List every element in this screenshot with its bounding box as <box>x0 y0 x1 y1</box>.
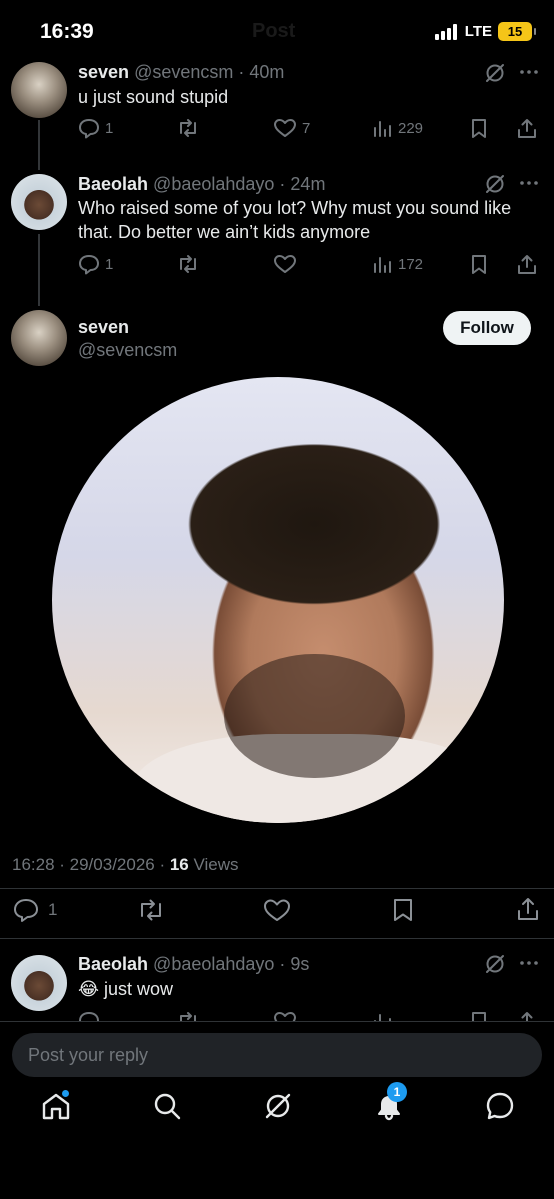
avatar[interactable] <box>11 955 67 1011</box>
tweet-time: 9s <box>290 954 310 974</box>
like-button[interactable] <box>273 253 302 275</box>
post-meta: 16:28 · 29/03/2026 · 16 Views <box>12 855 239 875</box>
divider <box>0 888 554 889</box>
divider <box>0 1021 554 1022</box>
like-count: 7 <box>302 119 311 137</box>
nav-search[interactable] <box>151 1090 183 1122</box>
post-timestamp: 16:28 · 29/03/2026 · <box>12 855 170 874</box>
bookmark-icon[interactable] <box>390 897 416 923</box>
repost-icon[interactable] <box>136 897 166 923</box>
grok-icon <box>265 1093 291 1119</box>
tweet-header: seven @sevencsm · 40m <box>78 62 285 82</box>
nav-grok[interactable] <box>262 1090 294 1122</box>
author-handle[interactable]: @baeolahdayo <box>153 174 274 194</box>
avatar[interactable] <box>11 174 67 230</box>
views-icon[interactable] <box>371 1010 393 1021</box>
avatar[interactable] <box>11 310 67 366</box>
repost-icon <box>180 255 196 273</box>
notification-dot <box>62 1090 69 1097</box>
more-icon[interactable] <box>518 955 540 971</box>
tweet-text: 😂 just wow <box>78 979 174 999</box>
reply-count: 1 <box>105 119 114 137</box>
reply-button[interactable]: 1 <box>78 253 113 275</box>
bookmark-icon[interactable] <box>468 117 490 139</box>
chat-icon <box>486 1092 514 1120</box>
repost-button[interactable] <box>176 117 200 139</box>
views-button[interactable]: 229 <box>371 117 423 139</box>
tweet-text: Who raised some of you lot? Why must you… <box>78 198 512 242</box>
author-handle[interactable]: @baeolahdayo <box>153 954 274 974</box>
follow-button[interactable]: Follow <box>443 311 531 345</box>
like-button[interactable]: 7 <box>273 117 310 139</box>
reply-count: 1 <box>48 900 58 919</box>
repost-button[interactable] <box>176 253 200 275</box>
post-views-label: Views <box>188 855 239 874</box>
author-name[interactable]: seven <box>78 317 129 338</box>
tweet-header: Baeolah @baeolahdayo · 9s <box>78 954 310 974</box>
more-icon[interactable] <box>518 175 540 191</box>
views-icon <box>374 257 391 273</box>
network-label: LTE <box>464 23 492 40</box>
more-icon[interactable] <box>518 64 540 80</box>
image-beard <box>223 653 405 779</box>
reply-count: 1 <box>105 255 114 273</box>
tweet-text: u just sound stupid <box>78 87 229 107</box>
views-button[interactable]: 172 <box>371 253 423 275</box>
notifications-badge: 1 <box>387 1082 407 1102</box>
repost-icon <box>180 119 196 137</box>
repost-icon[interactable] <box>176 1010 200 1021</box>
share-icon[interactable] <box>515 896 541 922</box>
divider <box>0 938 554 939</box>
post-image[interactable] <box>52 377 504 823</box>
avatar[interactable] <box>11 62 67 118</box>
reply-icon[interactable] <box>78 1010 100 1021</box>
share-icon[interactable] <box>516 117 538 139</box>
reply-icon <box>79 255 99 275</box>
author-name[interactable]: Baeolah <box>78 954 148 974</box>
view-count: 229 <box>398 119 424 137</box>
nav-home[interactable] <box>40 1090 72 1122</box>
battery-icon: 15 <box>498 22 536 41</box>
share-icon[interactable] <box>516 253 538 275</box>
grok-icon[interactable] <box>484 62 506 84</box>
tweet-header: Baeolah @baeolahdayo · 24m <box>78 174 326 194</box>
header-title: Post <box>252 20 296 42</box>
bookmark-icon[interactable] <box>468 253 490 275</box>
status-time: 16:39 <box>40 20 94 43</box>
reply-icon <box>79 119 99 139</box>
search-icon <box>154 1093 181 1120</box>
author-handle[interactable]: @sevencsm <box>78 340 177 361</box>
author-name[interactable]: seven <box>78 62 129 82</box>
reply-actions-clipped <box>0 1008 554 1021</box>
post-views-count: 16 <box>169 855 189 874</box>
grok-icon[interactable] <box>484 173 506 195</box>
thread-line <box>38 120 40 170</box>
nav-notifications[interactable]: 1 <box>373 1082 407 1122</box>
share-icon[interactable] <box>516 1010 538 1021</box>
heart-icon <box>274 119 296 137</box>
reply-button[interactable]: 1 <box>78 117 113 139</box>
view-count: 172 <box>398 255 424 273</box>
author-handle[interactable]: @sevencsm <box>134 62 233 82</box>
bottom-nav: 1 <box>0 1082 554 1150</box>
reply-icon <box>14 899 38 922</box>
heart-icon[interactable] <box>273 1010 297 1021</box>
status-indicators: LTE 15 <box>434 22 536 41</box>
bookmark-icon[interactable] <box>468 1010 490 1021</box>
grok-icon[interactable] <box>484 953 506 975</box>
author-name[interactable]: Baeolah <box>78 174 148 194</box>
tweet-time: 40m <box>249 62 285 82</box>
views-icon <box>374 121 391 137</box>
thread-line <box>38 234 40 306</box>
signal-icon <box>434 23 457 40</box>
nav-messages[interactable] <box>484 1090 516 1122</box>
reply-input[interactable]: Post your reply <box>12 1033 542 1077</box>
heart-icon[interactable] <box>262 897 292 923</box>
reply-button[interactable]: 1 <box>12 897 57 923</box>
tweet-time: 24m <box>290 174 326 194</box>
heart-icon <box>274 255 296 273</box>
